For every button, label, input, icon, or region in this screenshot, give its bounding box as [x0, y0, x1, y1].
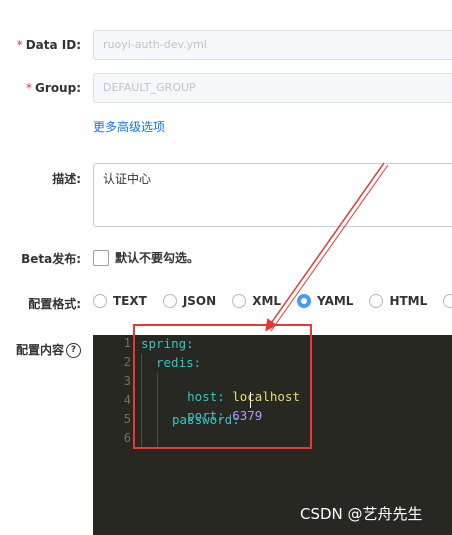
annotation-arrow — [265, 162, 389, 332]
watermark: CSDN @艺舟先生 — [300, 505, 423, 523]
